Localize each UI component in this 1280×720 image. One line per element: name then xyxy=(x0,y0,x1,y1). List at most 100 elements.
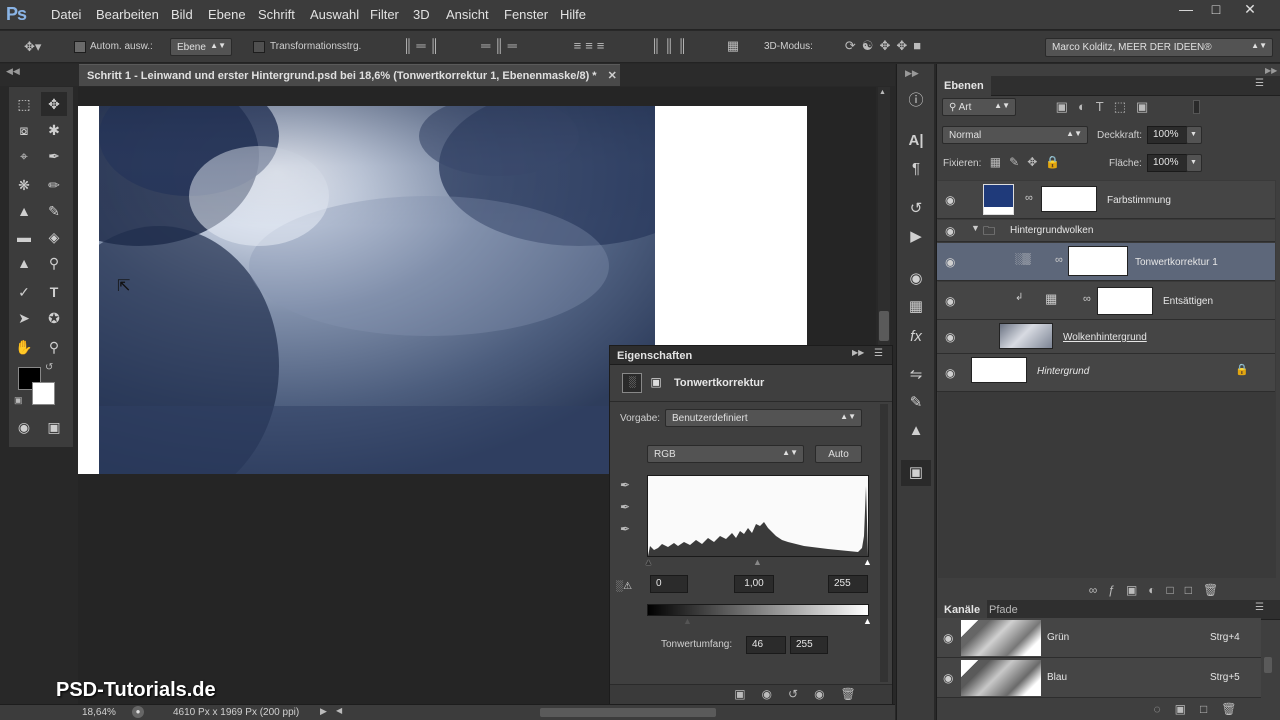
scroll-up-icon[interactable]: ▲ xyxy=(879,89,886,96)
paragraph-panel-icon[interactable]: ¶ xyxy=(901,156,931,182)
auto-button[interactable]: Auto xyxy=(815,445,862,463)
move-tool-icon[interactable]: ✥ xyxy=(41,92,67,116)
panel-menu-icon[interactable]: ☰ xyxy=(1255,602,1264,613)
custom-shape-icon[interactable]: ✪ xyxy=(41,306,67,330)
filter-toggle[interactable] xyxy=(1193,100,1200,114)
levels-adjustment-icon[interactable]: ░ xyxy=(622,373,642,393)
black-point-eyedropper-icon[interactable]: ✒ xyxy=(620,478,630,492)
output-black-field[interactable]: 46 xyxy=(746,636,786,654)
share-icon[interactable]: ● xyxy=(132,706,144,718)
menu-fenster[interactable]: Fenster xyxy=(504,7,548,22)
zoom-tool-icon[interactable]: ⚲ xyxy=(41,335,67,359)
fill-input[interactable]: 100% xyxy=(1147,154,1187,172)
history-brush-icon[interactable]: ✎ xyxy=(41,199,67,223)
panel-menu-icon[interactable]: ☰ xyxy=(1255,78,1264,89)
layer-row[interactable]: ◉ ∞ Farbstimmung xyxy=(937,181,1275,219)
clone-stamp-icon[interactable]: ▲ xyxy=(11,199,37,223)
layer-filter-dropdown[interactable]: ⚲ Art ▲▼ xyxy=(942,98,1016,116)
eye-icon[interactable]: ◉ xyxy=(943,631,953,645)
scroll-left-icon[interactable]: ◀ xyxy=(336,706,342,715)
auto-select-dropdown[interactable]: Ebene ▲▼ xyxy=(170,38,232,56)
group-expand-icon[interactable]: ▼ xyxy=(971,223,980,233)
layer-mask-thumb[interactable] xyxy=(1097,287,1153,315)
history-panel-icon[interactable]: ↺ xyxy=(901,196,931,222)
menu-ebene[interactable]: Ebene xyxy=(208,7,246,22)
layer-row[interactable]: ◉ ↲ ▦ ∞ Entsättigen xyxy=(937,282,1275,320)
crop-tool-icon[interactable]: ⌖ xyxy=(11,144,37,168)
distribute-icons-group[interactable]: ≡≡≡ xyxy=(556,38,626,53)
white-point-eyedropper-icon[interactable]: ✒ xyxy=(620,522,630,536)
eyedropper-icon[interactable]: ✒ xyxy=(41,144,67,168)
menu-datei[interactable]: Datei xyxy=(51,7,81,22)
eye-icon[interactable]: ◉ xyxy=(945,224,955,238)
properties-footer-icons[interactable]: ▣◉↺◉🗑 xyxy=(728,687,878,701)
layer-group-row[interactable]: ◉ ▼ 🗀 Hintergrundwolken xyxy=(937,220,1275,242)
channel-dropdown[interactable]: RGB ▲▼ xyxy=(647,445,804,463)
output-white-slider[interactable]: ▲ xyxy=(863,616,872,626)
eye-icon[interactable]: ◉ xyxy=(945,193,955,207)
black-input-slider[interactable]: ▲ xyxy=(644,557,653,567)
align-icons-group[interactable]: ║═║ xyxy=(388,38,458,53)
eye-icon[interactable]: ◉ xyxy=(945,330,955,344)
default-colors-icon[interactable]: ▣ xyxy=(14,395,23,406)
collapse-tools-icon[interactable]: ◀◀ xyxy=(6,66,20,77)
character-panel-icon[interactable]: A| xyxy=(901,128,931,154)
distribute-horizontal-icons-group[interactable]: ║║║ xyxy=(636,38,706,53)
preset-dropdown[interactable]: Benutzerdefiniert ▲▼ xyxy=(665,409,862,427)
background-color-swatch[interactable] xyxy=(32,382,55,405)
layer-row-selected[interactable]: ◉ ░▒ ∞ Tonwertkorrektur 1 xyxy=(937,243,1275,281)
swatches-panel-icon[interactable]: ▦ xyxy=(901,294,931,320)
menu-bearbeiten[interactable]: Bearbeiten xyxy=(96,7,159,22)
white-input-slider[interactable]: ▲ xyxy=(863,557,872,567)
workspace-dropdown[interactable]: Marco Kolditz, MEER DER IDEEN® ▲▼ xyxy=(1045,38,1273,57)
collapse-panel-icon[interactable]: ▶▶ xyxy=(852,348,864,357)
transform-controls-checkbox[interactable] xyxy=(253,41,265,53)
maximize-icon[interactable]: □ xyxy=(1198,0,1234,20)
blend-mode-dropdown[interactable]: Normal ▲▼ xyxy=(942,126,1088,144)
channel-actions-bar[interactable]: ◌▣□🗑 xyxy=(1147,702,1257,716)
layer-mask-thumb[interactable] xyxy=(1041,186,1097,212)
color-panel-icon[interactable]: ◉ xyxy=(901,266,931,292)
align-vertical-icons-group[interactable]: ═║═ xyxy=(466,38,536,53)
menu-auswahl[interactable]: Auswahl xyxy=(310,7,359,22)
channel-row[interactable]: ◉ Grün Strg+4 xyxy=(937,618,1261,658)
channels-scroll-thumb[interactable] xyxy=(1264,657,1272,673)
input-gamma-field[interactable]: 1,00 xyxy=(734,575,774,593)
healing-brush-icon[interactable]: ❋ xyxy=(11,173,37,197)
zoom-level[interactable]: 18,64% xyxy=(82,707,116,718)
channel-row[interactable]: ◉ Blau Strg+5 xyxy=(937,658,1261,698)
output-black-slider[interactable]: ▲ xyxy=(683,616,692,626)
status-menu-arrow-icon[interactable]: ▶ xyxy=(320,706,327,717)
eye-icon[interactable]: ◉ xyxy=(945,366,955,380)
output-white-field[interactable]: 255 xyxy=(790,636,828,654)
input-black-field[interactable]: 0 xyxy=(650,575,688,593)
screen-mode-icon[interactable]: ▣ xyxy=(41,415,67,439)
menu-bild[interactable]: Bild xyxy=(171,7,193,22)
styles-panel-icon[interactable]: fx xyxy=(901,324,931,350)
input-white-field[interactable]: 255 xyxy=(828,575,868,593)
move-tool-preset-icon[interactable]: ✥▾ xyxy=(24,39,41,55)
scroll-thumb[interactable] xyxy=(879,311,889,341)
lock-icons[interactable]: ▦✎✥🔒 xyxy=(989,155,1069,169)
panel-menu-icon[interactable]: ☰ xyxy=(874,348,883,359)
document-tab[interactable]: Schritt 1 - Leinwand und erster Hintergr… xyxy=(79,64,620,86)
tab-layers[interactable]: Ebenen xyxy=(937,76,991,96)
swap-colors-icon[interactable]: ↺ xyxy=(45,362,53,373)
3d-mode-icons[interactable]: ⟳☯✥✥■ xyxy=(826,38,946,54)
gamma-input-slider[interactable]: ▲ xyxy=(753,557,762,567)
horizontal-scroll-thumb[interactable] xyxy=(540,708,716,717)
paint-bucket-icon[interactable]: ◈ xyxy=(41,225,67,249)
opacity-input[interactable]: 100% xyxy=(1147,126,1187,144)
auto-select-checkbox[interactable] xyxy=(74,41,86,53)
collapse-panel-icon[interactable]: ▶▶ xyxy=(1265,66,1277,75)
layer-row[interactable]: ◉ Wolkenhintergrund xyxy=(937,320,1275,354)
layer-filter-icons[interactable]: ▣◐T⬚▣ xyxy=(1047,99,1167,115)
eraser-tool-icon[interactable]: ▬ xyxy=(11,225,37,249)
menu-schrift[interactable]: Schrift xyxy=(258,7,295,22)
layer-mask-thumb[interactable] xyxy=(1068,246,1128,276)
brush-tool-icon[interactable]: ✏ xyxy=(41,173,67,197)
menu-hilfe[interactable]: Hilfe xyxy=(560,7,586,22)
tab-paths[interactable]: Pfade xyxy=(989,604,1018,616)
layer-row[interactable]: ◉ Hintergrund 🔒 xyxy=(937,354,1275,392)
brush-presets-icon[interactable]: ✎ xyxy=(901,390,931,416)
